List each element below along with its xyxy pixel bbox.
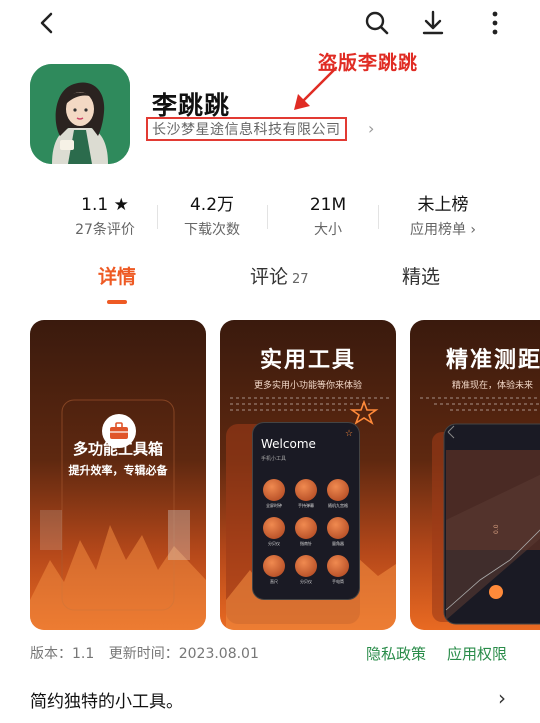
phone-mockup: Welcome 手机小工具 ☆ 全屏时钟 手持弹幕 随机九宫格分贝仪 指南针 量角器直尺… [252, 422, 360, 600]
tool-icon [263, 555, 285, 577]
tool-label: 全屏时钟 [266, 503, 282, 508]
tab-bar: 详情 评论 27 精选 [0, 262, 540, 304]
stat-downloads: 4.2万 下载次数 [147, 193, 277, 239]
tool-item: 手电筒 [323, 555, 353, 585]
size-value: 21M [309, 195, 347, 215]
active-tab-indicator [107, 300, 127, 304]
tool-icon [295, 517, 317, 539]
tool-icon [295, 555, 317, 577]
app-permissions-link[interactable]: 应用权限 [447, 643, 507, 664]
app-description[interactable]: 简约独特的小工具。 [30, 687, 183, 712]
chevron-right-icon[interactable]: › [368, 119, 374, 138]
tab-reviews-count: 27 [292, 272, 309, 287]
tool-label: 分贝仪 [268, 541, 280, 546]
tab-reviews[interactable]: 评论 27 [250, 262, 309, 289]
annotation-arrow [294, 66, 338, 110]
tool-label: 直尺 [270, 579, 278, 584]
tool-icon [327, 517, 349, 539]
tab-featured[interactable]: 精选 [402, 262, 440, 289]
tool-item: 量角器 [323, 517, 353, 547]
downloads-label: 下载次数 [184, 222, 240, 238]
phone-subtitle: 手机小工具 [261, 456, 287, 462]
ranking-label: 应用榜单 › [409, 222, 477, 238]
developer-name[interactable]: 长沙梦星途信息科技有限公司 [152, 119, 341, 139]
tool-item: 手持弹幕 [291, 479, 321, 509]
phone-welcome: Welcome [261, 437, 316, 451]
tool-item: 直尺 [259, 555, 289, 585]
stat-size: 21M 大小 [263, 193, 393, 239]
tool-item: 分贝仪 [259, 517, 289, 547]
back-icon[interactable] [30, 6, 64, 40]
tool-label: 量角器 [332, 541, 344, 546]
tool-item: 指南针 [291, 517, 321, 547]
chevron-right-icon[interactable]: › [498, 686, 506, 710]
search-icon[interactable] [360, 6, 394, 40]
meta-row: 版本：1.1 更新时间：2023.08.01 [30, 643, 269, 663]
stat-ranking[interactable]: 未上榜 应用榜单 › [378, 193, 508, 239]
tool-item: 分贝仪 [291, 555, 321, 585]
tool-item: 随机九宫格 [323, 479, 353, 509]
tool-label: 分贝仪 [300, 579, 312, 584]
tool-label: 手电筒 [332, 579, 344, 584]
tab-reviews-label: 评论 [250, 266, 289, 288]
tool-label: 手持弹幕 [298, 503, 314, 508]
screenshot-1-subtitle: 提升效率，专辑必备 [68, 464, 168, 477]
tab-featured-label: 精选 [402, 266, 441, 288]
star-icon: ☆ [345, 429, 354, 439]
tool-label: 随机九宫格 [328, 503, 348, 508]
app-icon [30, 64, 130, 164]
size-label: 大小 [314, 222, 342, 238]
tool-icon [263, 479, 285, 501]
tool-icon [295, 479, 317, 501]
stats-row: 1.1 ★ 27条评价 4.2万 下载次数 21M 大小 未上榜 应用榜单 › [0, 193, 540, 243]
tool-icon [327, 555, 349, 577]
version-info: 版本：1.1 [30, 646, 95, 662]
screenshot-3[interactable]: 精准测距 精准现在，体验未来 0.0 [410, 320, 540, 630]
svg-text:0.0: 0.0 [493, 524, 500, 534]
tool-icon [327, 479, 349, 501]
tab-details[interactable]: 详情 [98, 262, 136, 289]
downloads-value: 4.2万 [189, 195, 235, 215]
screenshot-1-headline: 多功能工具箱 [72, 440, 163, 458]
download-icon[interactable] [416, 6, 450, 40]
more-icon[interactable] [478, 6, 512, 40]
top-bar [0, 0, 540, 46]
tool-label: 指南针 [300, 541, 312, 546]
tab-details-label: 详情 [98, 266, 137, 288]
screenshot-2[interactable]: 实用工具 更多实用小功能等你来体验 Welcome 手机小工具 ☆ 全屏时钟 手持… [220, 320, 396, 630]
tool-icon [263, 517, 285, 539]
screenshot-1[interactable]: 多功能工具箱 提升效率，专辑必备 [30, 320, 206, 630]
developer-highlight-box: 长沙梦星途信息科技有限公司 [146, 117, 347, 141]
tool-item: 全屏时钟 [259, 479, 289, 509]
update-time: 更新时间：2023.08.01 [108, 646, 259, 662]
privacy-policy-link[interactable]: 隐私政策 [366, 643, 426, 664]
ranking-value: 未上榜 [417, 195, 469, 215]
